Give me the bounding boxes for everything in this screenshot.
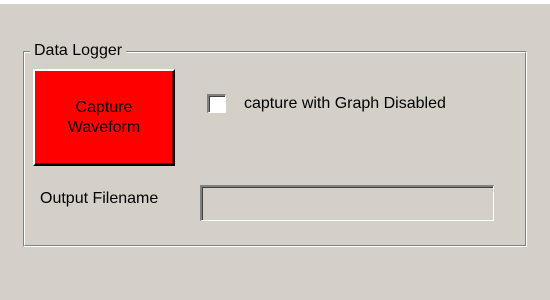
output-filename-field[interactable] xyxy=(200,185,494,221)
graph-disabled-checkbox[interactable] xyxy=(207,94,226,113)
graph-disabled-checkbox-label[interactable]: capture with Graph Disabled xyxy=(244,93,446,115)
capture-label-line1: Capture xyxy=(75,98,133,116)
capture-waveform-button[interactable]: Capture Waveform xyxy=(33,69,175,166)
output-filename-label: Output Filename xyxy=(40,190,159,207)
capture-label-line2: Waveform xyxy=(67,118,141,136)
capture-waveform-label: Capture Waveform xyxy=(49,98,159,138)
window-top-edge xyxy=(0,0,550,4)
groupbox-title: Data Logger xyxy=(30,40,127,62)
